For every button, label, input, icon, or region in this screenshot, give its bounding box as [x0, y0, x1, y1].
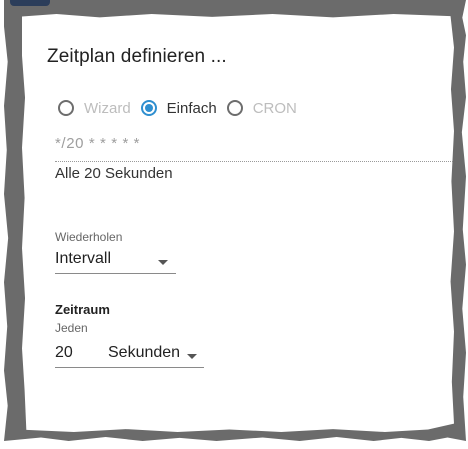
period-caption: Jeden — [55, 321, 88, 335]
radio-checked-icon[interactable] — [140, 100, 157, 116]
cron-expression-field: */20 * * * * * — [55, 135, 454, 162]
cron-expression-value: */20 * * * * * — [55, 135, 141, 152]
period-amount-value: 20 — [55, 344, 73, 361]
mode-label-cron: CRON — [252, 99, 297, 117]
mode-option-cron[interactable]: CRON — [226, 99, 297, 117]
radio-unchecked-icon[interactable] — [226, 100, 243, 116]
mode-option-einfach[interactable]: Einfach — [140, 99, 217, 117]
period-unit-value: Sekunden — [108, 344, 181, 361]
mode-label-wizard: Wizard — [84, 99, 131, 117]
cron-description: Alle 20 Sekunden — [55, 165, 173, 182]
dialog-title: Zeitplan definieren ... — [47, 46, 227, 67]
mode-label-einfach: Einfach — [166, 99, 217, 117]
period-amount-input[interactable]: 20 — [55, 344, 105, 368]
repeat-caption: Wiederholen — [55, 230, 123, 244]
repeat-select-value: Intervall — [55, 250, 112, 267]
caret-down-icon — [187, 354, 197, 359]
mode-option-wizard[interactable]: Wizard — [58, 100, 131, 117]
caret-down-icon — [158, 260, 168, 265]
mode-radio-group: Wizard Einfach CRON — [58, 97, 307, 119]
radio-unchecked-icon[interactable] — [58, 100, 74, 116]
period-unit-select[interactable]: Sekunden — [105, 344, 204, 368]
repeat-select[interactable]: Intervall — [55, 250, 176, 274]
schedule-dialog: Zeitplan definieren ... Wizard Einfach C… — [22, 14, 454, 432]
background-window-fragment — [10, 0, 50, 6]
period-title: Zeitraum — [55, 302, 110, 317]
